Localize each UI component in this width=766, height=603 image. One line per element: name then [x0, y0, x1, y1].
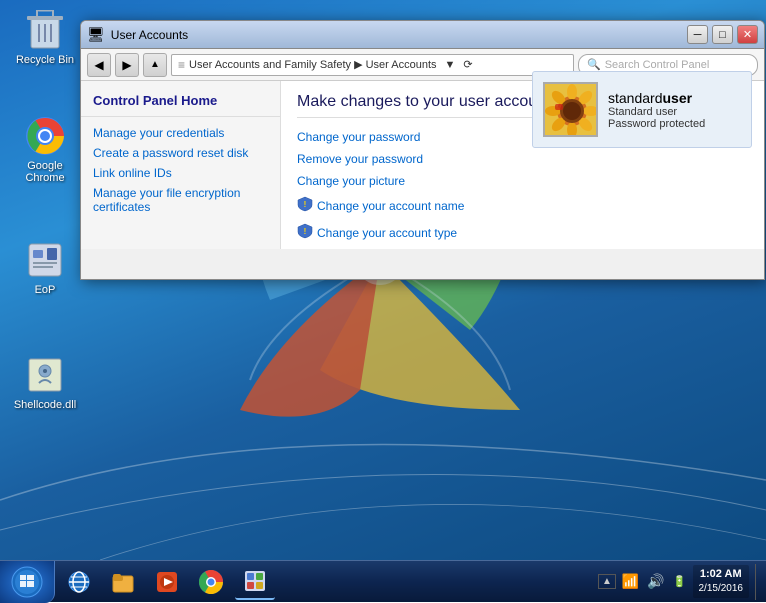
- remove-password-link[interactable]: Remove your password: [297, 152, 748, 166]
- sidebar-link-online-ids[interactable]: Link online IDs: [81, 163, 280, 183]
- taskbar-explorer[interactable]: [103, 564, 143, 600]
- sidebar-link-encryption[interactable]: Manage your file encryption certificates: [81, 183, 280, 217]
- change-account-name-link[interactable]: ! Change your account name: [297, 196, 748, 215]
- forward-button[interactable]: ▶: [115, 53, 139, 77]
- username: standarduser: [608, 90, 705, 106]
- window-title: User Accounts: [111, 28, 685, 42]
- change-account-type-link[interactable]: ! Change your account type: [297, 223, 748, 242]
- desktop-decoration: [0, 300, 766, 560]
- show-hidden-button[interactable]: ▲: [598, 574, 616, 589]
- search-placeholder: Search Control Panel: [605, 59, 710, 71]
- taskbar-control-panel[interactable]: [235, 564, 275, 600]
- volume-icon[interactable]: 🔊: [645, 573, 666, 590]
- taskbar-media[interactable]: [147, 564, 187, 600]
- clock[interactable]: 1:02 AM 2/15/2016: [693, 565, 750, 598]
- recycle-bin-icon[interactable]: Recycle Bin: [10, 10, 80, 66]
- maximize-button[interactable]: □: [712, 25, 733, 44]
- taskbar: ▲ 📶 🔊 🔋 1:02 AM 2/15/2016: [0, 560, 766, 602]
- network-icon[interactable]: 📶: [620, 573, 641, 590]
- shellcode-icon[interactable]: Shellcode.dll: [10, 355, 80, 411]
- chrome-label: Google Chrome: [10, 160, 80, 184]
- user-detail-1: Standard user: [608, 106, 705, 118]
- change-picture-link[interactable]: Change your picture: [297, 174, 748, 188]
- close-button[interactable]: ✕: [737, 25, 758, 44]
- content-area: Control Panel Home Manage your credentia…: [81, 81, 764, 249]
- google-chrome-icon[interactable]: Google Chrome: [10, 116, 80, 184]
- svg-text:!: !: [304, 227, 307, 236]
- clock-date: 2/15/2016: [699, 582, 744, 596]
- user-avatar: [543, 82, 598, 137]
- up-button[interactable]: ▲: [143, 53, 167, 77]
- shellcode-image: [25, 355, 65, 395]
- shield-icon-2: !: [297, 223, 313, 242]
- show-desktop-button[interactable]: [755, 564, 761, 600]
- chrome-image: [25, 116, 65, 156]
- search-icon: 🔍: [587, 58, 601, 71]
- user-detail-2: Password protected: [608, 118, 705, 130]
- refresh-button[interactable]: ⟳: [463, 58, 472, 71]
- recycle-bin-label: Recycle Bin: [16, 54, 74, 66]
- desktop: ✛ Recycle Bin: [0, 0, 766, 560]
- main-content: Make changes to your user account Change…: [281, 81, 764, 249]
- sidebar-link-password-reset[interactable]: Create a password reset disk: [81, 143, 280, 163]
- eop-image: [25, 240, 65, 280]
- battery-icon: 🔋: [671, 575, 689, 588]
- system-tray: ▲ 📶 🔊 🔋 1:02 AM 2/15/2016: [598, 564, 766, 600]
- taskbar-ie[interactable]: [59, 564, 99, 600]
- sidebar-header: Control Panel Home: [81, 89, 280, 117]
- eop-icon[interactable]: EoP: [10, 240, 80, 296]
- sidebar-link-credentials[interactable]: Manage your credentials: [81, 123, 280, 143]
- shellcode-label: Shellcode.dll: [14, 399, 76, 411]
- taskbar-chrome[interactable]: [191, 564, 231, 600]
- eop-label: EoP: [35, 284, 56, 296]
- address-dropdown[interactable]: ▼: [445, 59, 456, 71]
- address-text: User Accounts and Family Safety ▶ User A…: [189, 58, 437, 71]
- back-button[interactable]: ◀: [87, 53, 111, 77]
- user-info: standarduser Standard user Password prot…: [608, 90, 705, 130]
- start-button[interactable]: [0, 561, 55, 603]
- recycle-bin-image: [25, 10, 65, 50]
- clock-time: 1:02 AM: [699, 567, 744, 582]
- address-path[interactable]: ≡ User Accounts and Family Safety ▶ User…: [171, 54, 574, 76]
- shield-icon-1: !: [297, 196, 313, 215]
- control-panel-window: 🖥 User Accounts ─ □ ✕ ◀ ▶ ▲ ≡ User Accou…: [80, 20, 765, 280]
- svg-text:!: !: [304, 200, 307, 209]
- minimize-button[interactable]: ─: [687, 25, 708, 44]
- title-bar: 🖥 User Accounts ─ □ ✕: [81, 21, 764, 49]
- sidebar: Control Panel Home Manage your credentia…: [81, 81, 281, 249]
- user-panel: standarduser Standard user Password prot…: [532, 71, 752, 148]
